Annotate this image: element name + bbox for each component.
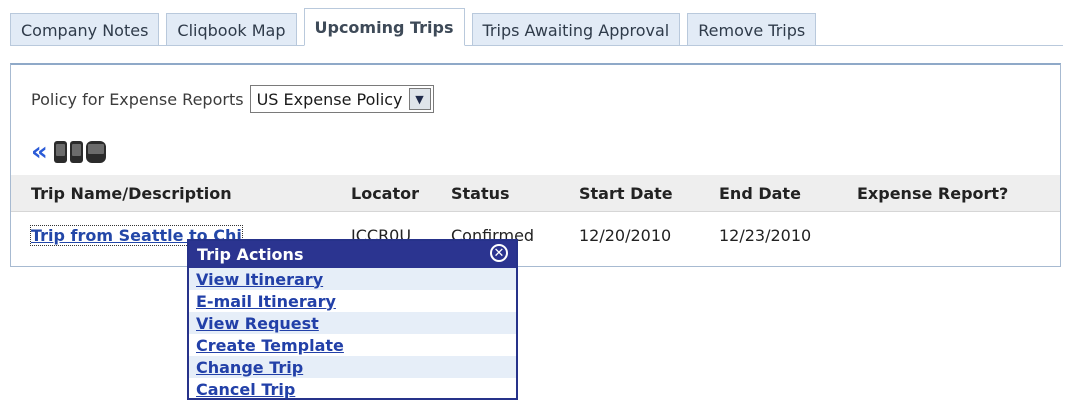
blackberry-icon [85,141,106,163]
tab-bar: Company Notes Cliqbook Map Upcoming Trip… [10,8,823,46]
tab-divider [10,45,1063,46]
trip-start-date: 12/20/2010 [579,225,672,245]
col-trip-name: Trip Name/Description [11,175,331,212]
table-row: Trip from Seattle to Chi JCCR0U Confirme… [11,212,1060,259]
policy-row: Policy for Expense Reports US Expense Po… [31,85,434,113]
trip-end-date: 12/23/2010 [719,225,812,245]
popup-title: Trip Actions [197,245,304,264]
tab-cliqbook-map[interactable]: Cliqbook Map [166,13,297,46]
col-start-date: Start Date [559,175,699,212]
tab-trips-awaiting-approval[interactable]: Trips Awaiting Approval [471,13,681,46]
tab-upcoming-trips[interactable]: Upcoming Trips [303,8,465,46]
phone-icon [69,141,83,163]
popup-header: Trip Actions ✕ [189,241,516,268]
email-itinerary-link[interactable]: E-mail Itinerary [189,290,516,312]
trip-expense-report [837,212,1060,259]
create-template-link[interactable]: Create Template [189,334,516,356]
col-end-date: End Date [699,175,837,212]
trips-table: Trip Name/Description Locator Status Sta… [11,175,1060,258]
trip-actions-popup: Trip Actions ✕ View Itinerary E-mail Iti… [187,239,518,400]
col-expense-report: Expense Report? [837,175,1060,212]
tab-remove-trips[interactable]: Remove Trips [687,13,817,46]
col-status: Status [431,175,559,212]
view-request-link[interactable]: View Request [189,312,516,334]
close-icon[interactable]: ✕ [490,244,508,262]
phone-icon [53,141,67,163]
device-icons-row: « [31,139,109,165]
view-itinerary-link[interactable]: View Itinerary [189,268,516,290]
policy-select-value: US Expense Policy [256,89,403,109]
tab-company-notes[interactable]: Company Notes [10,13,160,46]
policy-select[interactable]: US Expense Policy ▼ [249,85,434,113]
chevron-down-icon[interactable]: ▼ [408,88,431,110]
change-trip-link[interactable]: Change Trip [189,356,516,378]
double-left-chevron-icon[interactable]: « [31,139,48,165]
col-locator: Locator [331,175,431,212]
popup-actions-list: View Itinerary E-mail Itinerary View Req… [189,268,516,400]
cancel-trip-link[interactable]: Cancel Trip [189,378,516,400]
upcoming-trips-panel: Policy for Expense Reports US Expense Po… [10,63,1061,267]
policy-label: Policy for Expense Reports [31,89,244,109]
table-header-row: Trip Name/Description Locator Status Sta… [11,175,1060,212]
